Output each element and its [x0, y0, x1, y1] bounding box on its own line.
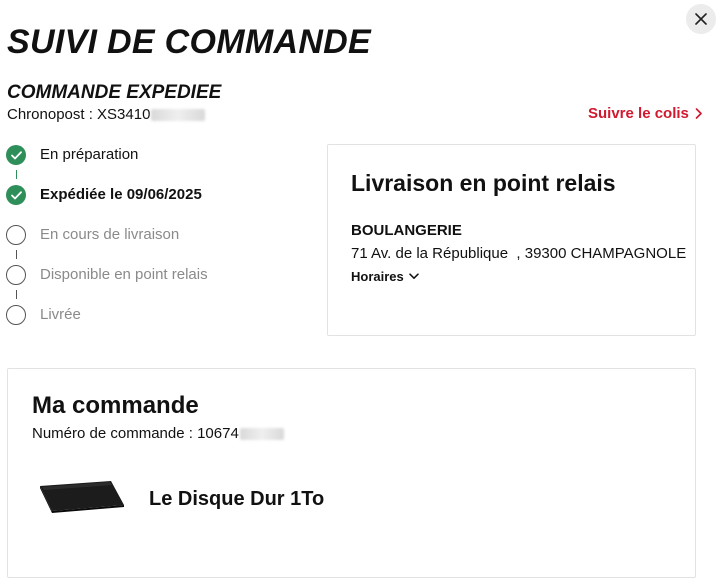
step-label: En cours de livraison [40, 226, 180, 243]
delivery-card-title: Livraison en point relais [351, 170, 616, 196]
timeline-step: Disponible en point relais [6, 264, 286, 286]
shipment-status-title: COMMANDE EXPEDIEE [7, 82, 222, 103]
timeline-step: En cours de livraison [6, 224, 286, 246]
order-tracking-modal: SUIVI DE COMMANDE COMMANDE EXPEDIEE Chro… [0, 0, 722, 581]
order-number: Numéro de commande : 10674 [32, 425, 284, 443]
relay-point-address: 71 Av. de la République , 39300 CHAMPAGN… [351, 245, 687, 262]
step-pending-marker [6, 225, 26, 245]
close-button[interactable] [686, 4, 716, 34]
close-icon [695, 13, 707, 25]
step-pending-marker [6, 265, 26, 285]
opening-hours-label: Horaires [351, 269, 404, 284]
chevron-down-icon [409, 273, 419, 279]
opening-hours-toggle[interactable]: Horaires [351, 269, 419, 284]
page-title: SUIVI DE COMMANDE [7, 23, 372, 61]
timeline-connector [15, 170, 17, 179]
step-label: Livrée [40, 306, 81, 323]
product-name: Le Disque Dur 1To [149, 488, 325, 510]
step-pending-marker [6, 305, 26, 325]
track-parcel-link[interactable]: Suivre le colis [588, 105, 703, 122]
step-done-marker [6, 185, 26, 205]
timeline-step: En préparation [6, 144, 286, 166]
redacted-order-suffix [239, 428, 284, 440]
check-icon [10, 150, 22, 159]
step-label: Expédiée le 09/06/2025 [40, 186, 202, 203]
step-done-marker [6, 145, 26, 165]
check-icon [10, 190, 22, 199]
timeline-step: Livrée [6, 304, 286, 326]
order-number-text: Numéro de commande : 10674 [32, 425, 239, 442]
track-parcel-label: Suivre le colis [588, 105, 689, 122]
tracking-number: Chronopost : XS3410 [7, 106, 206, 124]
relay-point-name: BOULANGERIE [351, 222, 462, 239]
order-card-title: Ma commande [32, 392, 199, 419]
redacted-tracking-suffix [151, 109, 206, 121]
product-image [40, 481, 124, 513]
timeline-connector [15, 250, 17, 259]
order-summary-card: Ma commande Numéro de commande : 10674 L… [7, 368, 696, 578]
step-label: En préparation [40, 146, 139, 163]
timeline-step: Expédiée le 09/06/2025 [6, 184, 286, 206]
timeline-connector [15, 290, 17, 299]
chevron-right-icon [695, 108, 702, 119]
delivery-point-card: Livraison en point relais BOULANGERIE 71… [327, 144, 696, 336]
tracking-number-text: Chronopost : XS3410 [7, 106, 151, 123]
step-label: Disponible en point relais [40, 266, 208, 283]
